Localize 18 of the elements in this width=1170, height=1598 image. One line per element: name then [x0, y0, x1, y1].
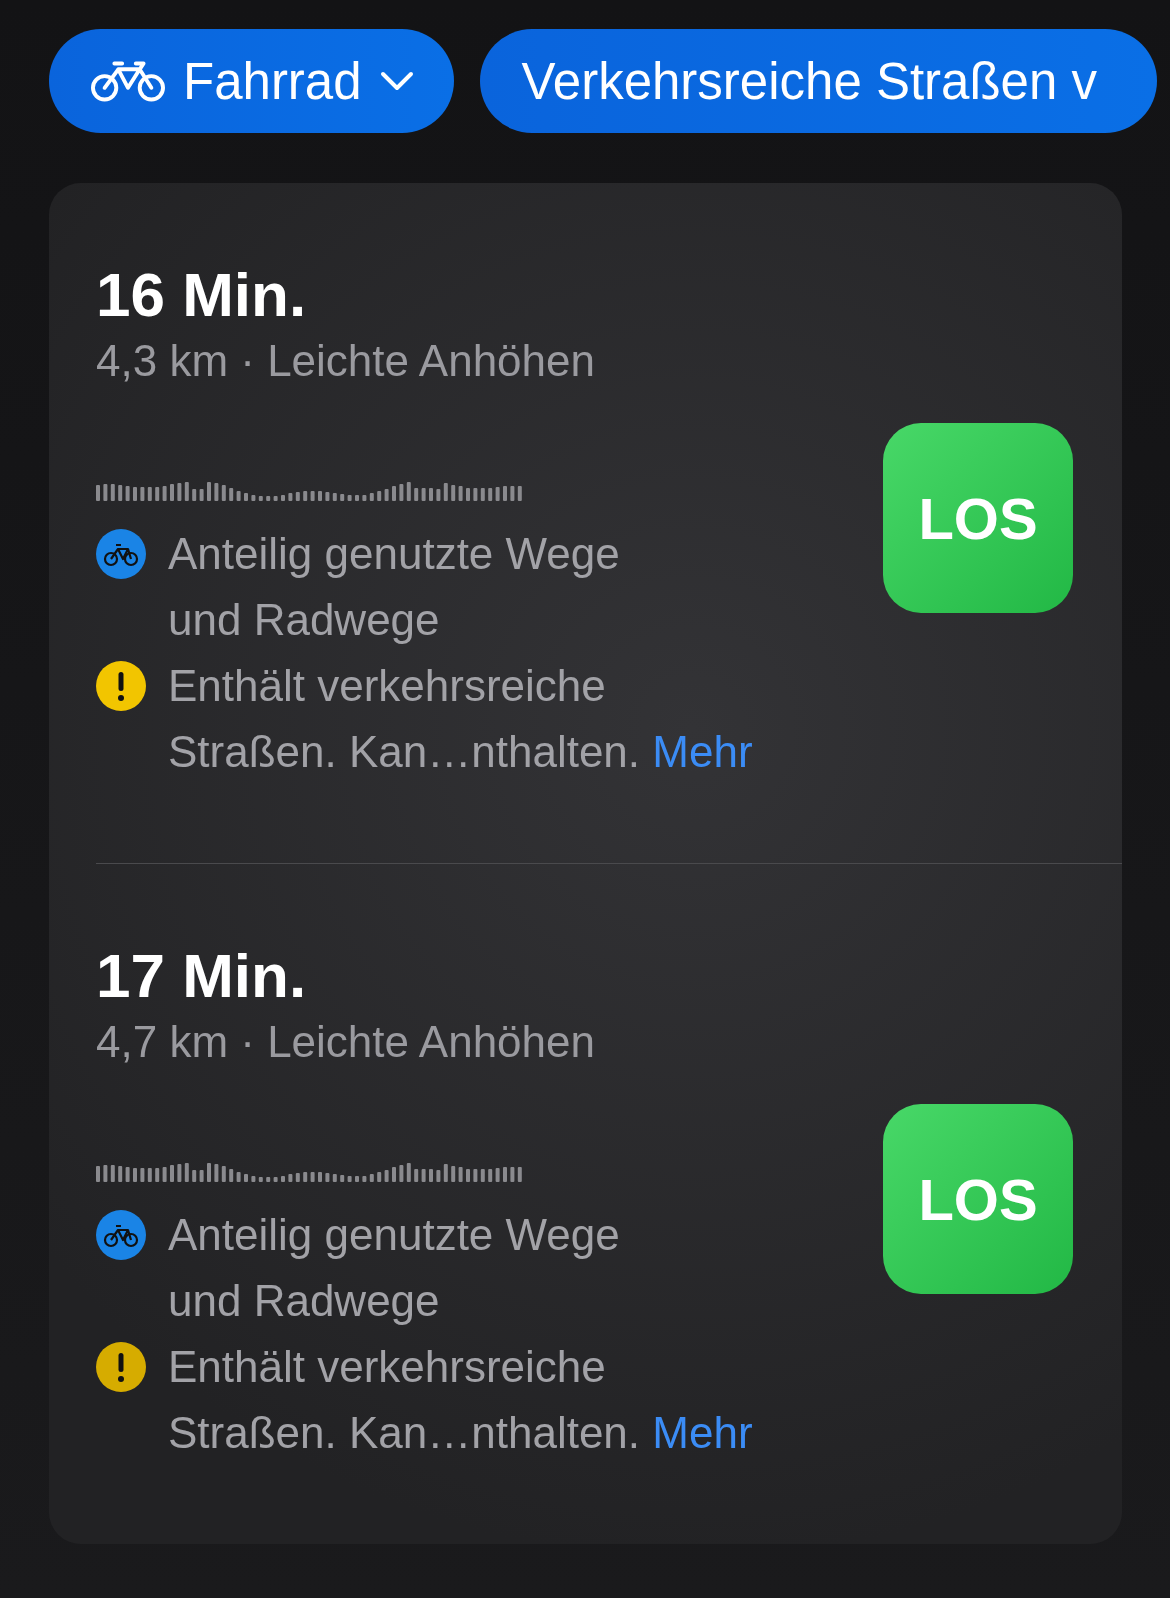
filter-chip[interactable]: Verkehrsreiche Straßen v [479, 29, 1157, 133]
bicycle-icon [96, 529, 146, 579]
warning-icon [96, 1342, 146, 1392]
chevron-down-icon [379, 71, 414, 91]
route-note: Enthält verkehrsreiche Straßen. Kan…nthalten. Mehr [168, 660, 753, 778]
more-link[interactable]: Mehr [652, 1408, 753, 1457]
warning-icon [96, 661, 146, 711]
route-note: Enthält verkehrsreiche Straßen. Kan…nthalten. Mehr [168, 1341, 753, 1459]
route-details: 4,3 km · Leichte Anhöhen [96, 335, 596, 387]
route-duration: 16 Min. [96, 259, 308, 331]
bicycle-icon [96, 1210, 146, 1260]
route-note: Anteilig genutzte Wege und Radwege [168, 528, 620, 646]
more-link[interactable]: Mehr [652, 727, 753, 776]
route-note: Anteilig genutzte Wege und Radwege [168, 1209, 620, 1327]
bicycle-icon [91, 59, 165, 103]
filter-chip[interactable]: Fahrrad [49, 29, 454, 133]
route-duration: 17 Min. [96, 940, 308, 1012]
route-details: 4,7 km · Leichte Anhöhen [96, 1016, 596, 1068]
